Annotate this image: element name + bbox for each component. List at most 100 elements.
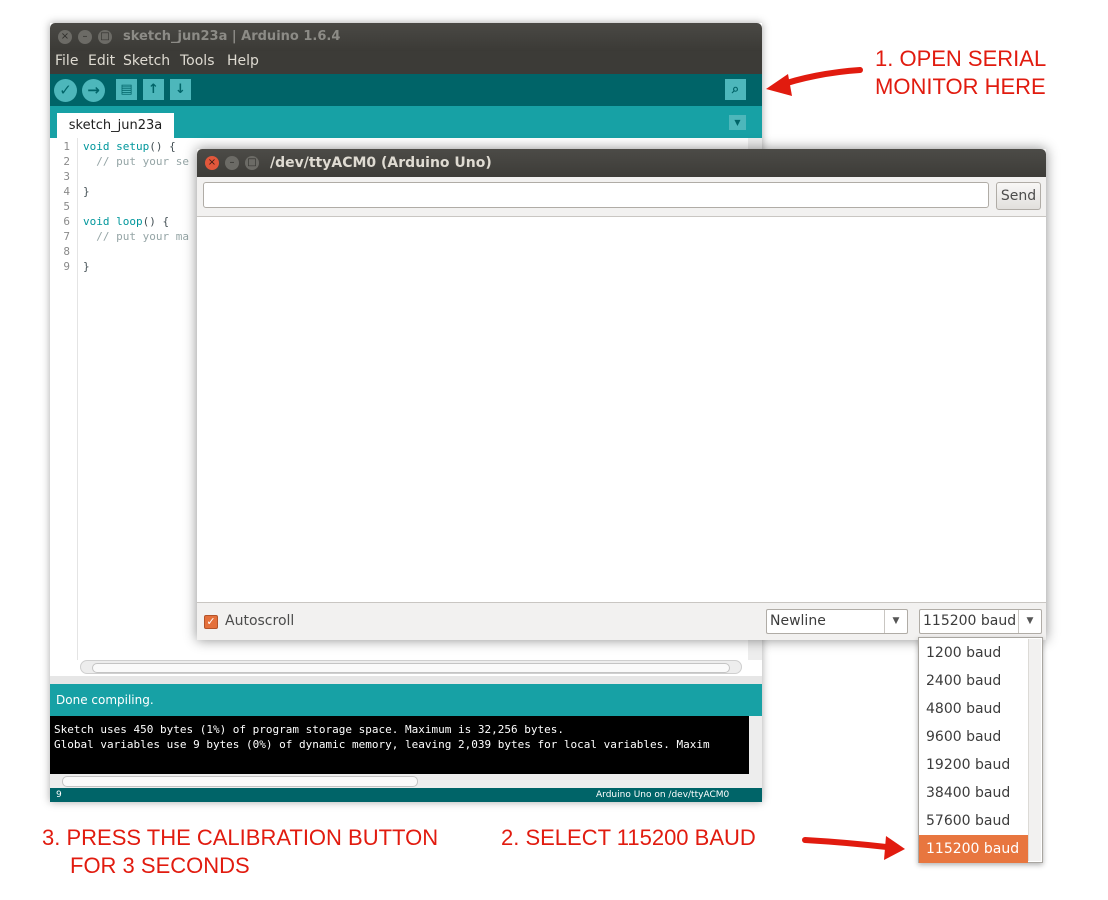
arrow-up-icon: ↑ [148,82,159,97]
baud-option[interactable]: 1200 baud [919,639,1028,667]
autoscroll-label: Autoscroll [225,613,295,629]
line-number: 9 [63,260,70,273]
serial-monitor-button[interactable]: ⌕ [725,79,746,100]
console-line: Global variables use 9 bytes (0%) of dyn… [54,738,710,751]
annotation-step3-line1: 3. PRESS THE CALIBRATION BUTTON [42,825,439,850]
arrowhead [884,836,905,860]
menu-sketch[interactable]: Sketch [123,53,170,69]
menu-edit[interactable]: Edit [88,53,115,69]
editor-horizontal-scrollbar[interactable] [80,660,742,674]
line-number: 2 [63,155,70,168]
scrollbar-thumb[interactable] [62,776,418,787]
status-bar: Done compiling. [50,684,762,716]
serial-window-title: /dev/ttyACM0 (Arduino Uno) [270,155,492,171]
code-token: } [83,260,90,273]
verify-button[interactable]: ✓ [54,79,77,102]
code-line: } [83,260,90,273]
chevron-down-icon: ▼ [1018,610,1041,633]
send-button[interactable]: Send [996,182,1041,210]
tab-menu-button[interactable]: ▼ [729,115,746,130]
checkmark-icon: ✓ [59,81,72,99]
menu-file[interactable]: File [55,53,78,69]
annotation-step2: 2. SELECT 115200 BAUD [501,825,756,850]
code-line: // put your se [83,155,189,168]
code-token: void [83,140,110,153]
arrow-down-icon: ↓ [175,82,186,97]
annotation-step3-line2: FOR 3 SECONDS [70,853,250,878]
code-line: void loop() { [83,215,169,228]
baud-option[interactable]: 2400 baud [919,667,1028,695]
autoscroll-checkbox[interactable]: ✓ [204,615,218,629]
ide-window-title: sketch_jun23a | Arduino 1.6.4 [123,29,341,44]
menu-tools[interactable]: Tools [180,53,215,69]
baud-option[interactable]: 19200 baud [919,751,1028,779]
ide-titlebar: × – □ sketch_jun23a | Arduino 1.6.4 [50,23,762,51]
code-token: () { [142,215,170,228]
menu-bar: File Edit Sketch Tools Help [50,51,762,74]
line-number: 7 [63,230,70,243]
code-token: void [83,215,110,228]
line-number: 8 [63,245,70,258]
annotation-step1-line1: 1. OPEN SERIAL [875,46,1047,71]
line-number: 6 [63,215,70,228]
annotation-step1-line2: MONITOR HERE [875,74,1046,99]
baud-option[interactable]: 57600 baud [919,807,1028,835]
arrow-to-115200 [802,837,898,851]
cursor-line-number: 9 [56,790,62,800]
code-token: () { [149,140,176,153]
serial-titlebar: × – □ /dev/ttyACM0 (Arduino Uno) [197,149,1046,177]
new-file-icon: ▤ [120,82,133,97]
board-port-label: Arduino Uno on /dev/ttyACM0 [596,790,730,800]
baud-rate-dropdown: 1200 baud 2400 baud 4800 baud 9600 baud … [918,637,1043,863]
chevron-down-icon: ▼ [734,118,741,127]
magnifier-icon: ⌕ [731,82,740,97]
serial-monitor-window: × – □ /dev/ttyACM0 (Arduino Uno) Send ✓ … [197,149,1046,640]
baud-rate-value: 115200 baud [923,613,1017,629]
toolbar: ✓ → ▤ ↑ ↓ ⌕ [50,74,762,106]
code-line: } [83,185,90,198]
save-button[interactable]: ↓ [170,79,191,100]
line-number: 3 [63,170,70,183]
maximize-icon[interactable]: □ [98,30,112,44]
serial-output-area [197,216,1046,603]
new-button[interactable]: ▤ [116,79,137,100]
line-ending-select[interactable]: Newline ▼ [766,609,908,634]
scrollbar-thumb[interactable] [92,663,730,673]
close-icon[interactable]: × [205,156,219,170]
arrow-right-icon: → [87,81,100,99]
baud-rate-select[interactable]: 115200 baud ▼ [919,609,1042,634]
baud-option-selected[interactable]: 115200 baud [919,835,1028,863]
status-text: Done compiling. [56,693,154,707]
line-ending-value: Newline [770,613,826,629]
bottom-status-bar: 9 Arduino Uno on /dev/ttyACM0 [50,788,762,802]
console-horizontal-scrollbar[interactable] [50,774,762,788]
maximize-icon[interactable]: □ [245,156,259,170]
line-number-gutter: 1 2 3 4 5 6 7 8 9 [50,138,78,660]
code-token: // put your se [83,155,189,168]
dropdown-scrollbar[interactable] [1028,639,1041,861]
tab-sketch[interactable]: sketch_jun23a [57,113,174,138]
baud-option[interactable]: 4800 baud [919,695,1028,723]
arrowhead [766,74,792,96]
code-line: void setup() { [83,140,176,153]
upload-button[interactable]: → [82,79,105,102]
close-icon[interactable]: × [58,30,72,44]
code-line: // put your ma [83,230,189,243]
line-number: 1 [63,140,70,153]
minimize-icon[interactable]: – [78,30,92,44]
serial-send-input[interactable] [203,182,989,208]
code-token: } [83,185,90,198]
open-button[interactable]: ↑ [143,79,164,100]
console-output: Sketch uses 450 bytes (1%) of program st… [50,716,762,774]
baud-option[interactable]: 38400 baud [919,779,1028,807]
console-vertical-scrollbar[interactable] [749,716,762,774]
baud-option[interactable]: 9600 baud [919,723,1028,751]
pane-splitter[interactable] [50,676,762,684]
code-token: setup [116,140,150,153]
minimize-icon[interactable]: – [225,156,239,170]
tab-bar: sketch_jun23a ▼ [50,106,762,138]
line-number: 5 [63,200,70,213]
menu-help[interactable]: Help [227,53,259,69]
code-token: // put your ma [83,230,189,243]
chevron-down-icon: ▼ [884,610,907,633]
